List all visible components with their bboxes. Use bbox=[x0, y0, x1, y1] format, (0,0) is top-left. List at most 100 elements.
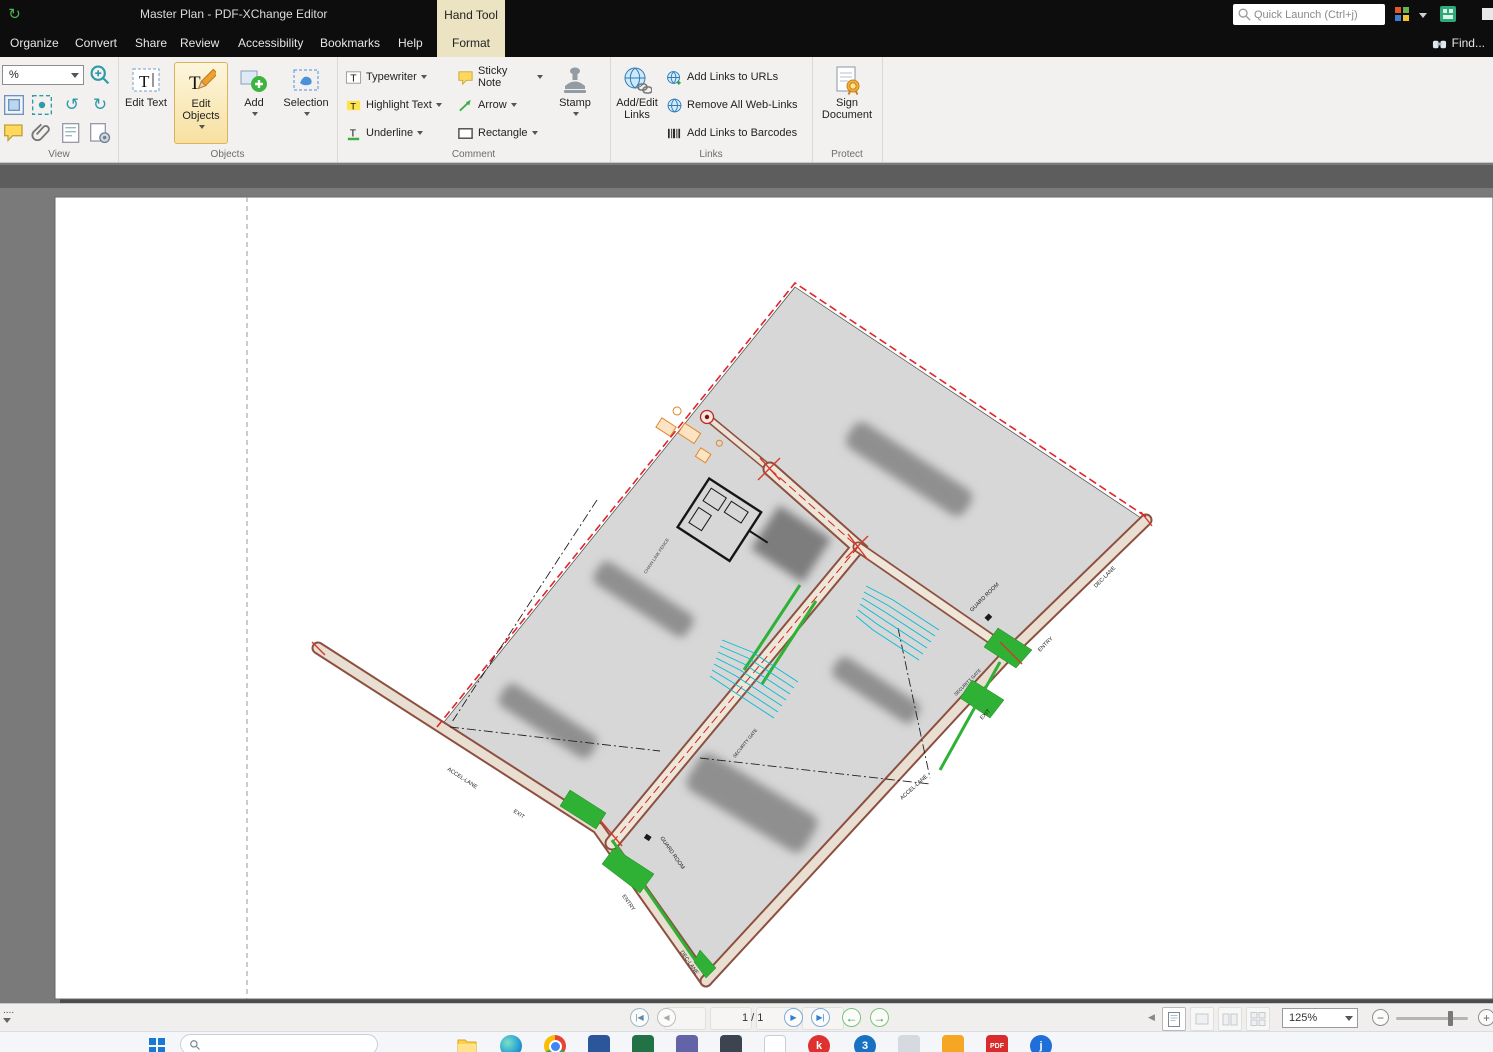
add-links-to-urls-button[interactable]: Add Links to URLs bbox=[666, 65, 810, 89]
taskbar-icon-browser[interactable] bbox=[544, 1035, 566, 1052]
zoom-in-button[interactable] bbox=[1478, 1009, 1493, 1026]
ribbon-group-objects: T Edit Text T Edit Objects Add Selection bbox=[118, 57, 338, 162]
edit-text-button[interactable]: T Edit Text bbox=[122, 62, 170, 144]
taskbar-icon-k-app[interactable]: k bbox=[808, 1035, 830, 1052]
taskbar-icon-count-badge-app[interactable]: 3 bbox=[854, 1035, 876, 1052]
text-note-icon[interactable] bbox=[60, 121, 84, 145]
count-badge: 3 bbox=[861, 1040, 869, 1052]
color-swatch-icon[interactable] bbox=[1393, 5, 1411, 23]
attachment-icon[interactable] bbox=[30, 121, 54, 145]
last-page-button[interactable] bbox=[811, 1008, 830, 1027]
add-button[interactable]: Add bbox=[232, 62, 276, 144]
titlebar: Master Plan - PDF-XChange Editor Hand To… bbox=[0, 0, 1493, 29]
redo-icon[interactable] bbox=[88, 93, 112, 117]
back-arrow-icon[interactable] bbox=[5, 5, 24, 24]
chevron-down-icon bbox=[573, 112, 579, 116]
comment-bubble-icon[interactable] bbox=[2, 121, 26, 145]
next-page-button[interactable] bbox=[784, 1008, 803, 1027]
menubar: Organize Convert Share Review Accessibil… bbox=[0, 29, 1493, 57]
chevron-down-icon bbox=[252, 112, 258, 116]
zoom-combo-value: % bbox=[9, 69, 19, 81]
session-grid-icon[interactable] bbox=[1439, 5, 1457, 23]
taskbar-icon-blue-app[interactable] bbox=[588, 1035, 610, 1052]
taskbar-icon-file-explorer[interactable] bbox=[456, 1035, 478, 1052]
zoom-level-select[interactable]: 125% bbox=[1282, 1008, 1358, 1028]
menu-item-convert[interactable]: Convert bbox=[75, 29, 117, 57]
taskbar-icon-windows-start[interactable] bbox=[146, 1035, 168, 1052]
undo-icon[interactable] bbox=[60, 93, 84, 117]
taskbar-icon-purple-app[interactable] bbox=[676, 1035, 698, 1052]
rectangle-button[interactable]: Rectangle bbox=[457, 121, 543, 145]
sign-document-button[interactable]: Sign Document bbox=[819, 62, 875, 144]
add-icon bbox=[239, 65, 269, 95]
arrow-button[interactable]: Arrow bbox=[457, 93, 543, 117]
taskbar-icon-edge[interactable] bbox=[500, 1035, 522, 1052]
taskbar-search-box[interactable] bbox=[180, 1034, 378, 1052]
history-back-button[interactable] bbox=[842, 1008, 861, 1027]
menu-item-review[interactable]: Review bbox=[180, 29, 219, 57]
taskbar-icon-pdf-xchange[interactable]: PDF bbox=[986, 1035, 1008, 1052]
ribbon-group-links: Add/Edit Links Add Links to URLs Remove … bbox=[610, 57, 813, 162]
viewer-top-band bbox=[0, 165, 1493, 188]
collapse-panel-icon[interactable] bbox=[1148, 1012, 1155, 1023]
taskbar-icon-green-app[interactable] bbox=[632, 1035, 654, 1052]
menu-item-organize[interactable]: Organize bbox=[10, 29, 59, 57]
menu-item-share[interactable]: Share bbox=[135, 29, 167, 57]
single-page-view-button[interactable] bbox=[1162, 1007, 1186, 1031]
quick-launch-input[interactable] bbox=[1252, 7, 1381, 22]
taskbar: k 3 PDF j bbox=[0, 1031, 1493, 1052]
underline-icon: T bbox=[345, 125, 362, 142]
two-page-view-button[interactable] bbox=[1218, 1007, 1242, 1031]
menu-item-help[interactable]: Help bbox=[398, 29, 423, 57]
document-settings-icon[interactable] bbox=[88, 121, 112, 145]
sticky-note-button[interactable]: Sticky Note bbox=[457, 65, 543, 89]
underline-button[interactable]: T Underline bbox=[345, 121, 453, 145]
fit-width-view-button[interactable] bbox=[1190, 1007, 1214, 1031]
statusbar-overflow[interactable]: .... bbox=[3, 1006, 14, 1023]
remove-all-web-links-button[interactable]: Remove All Web-Links bbox=[666, 93, 810, 117]
add-links-to-barcodes-button[interactable]: Add Links to Barcodes bbox=[666, 121, 810, 145]
quick-launch-box[interactable] bbox=[1233, 4, 1385, 25]
tab-hand-tool[interactable]: Hand Tool bbox=[437, 0, 505, 29]
taskbar-icon-light-app[interactable] bbox=[764, 1035, 786, 1052]
chevron-down-icon bbox=[3, 1018, 11, 1023]
edit-objects-icon: T bbox=[186, 66, 219, 96]
previous-page-button[interactable] bbox=[657, 1008, 676, 1027]
taskbar-icon-dark-app[interactable] bbox=[720, 1035, 742, 1052]
snapshot-icon[interactable] bbox=[30, 93, 54, 117]
selection-button[interactable]: Selection bbox=[280, 62, 332, 144]
history-forward-button[interactable] bbox=[870, 1008, 889, 1027]
menu-item-accessibility[interactable]: Accessibility bbox=[238, 29, 303, 57]
edit-objects-button[interactable]: T Edit Objects bbox=[174, 62, 228, 144]
typewriter-button[interactable]: T Typewriter bbox=[345, 65, 453, 89]
zoom-slider-handle[interactable] bbox=[1448, 1011, 1453, 1026]
zoom-in-icon[interactable] bbox=[88, 63, 112, 87]
find-button[interactable]: Find... bbox=[1432, 29, 1485, 57]
stamp-icon bbox=[560, 65, 590, 95]
taskbar-icon-amber-app[interactable] bbox=[942, 1035, 964, 1052]
add-edit-links-icon bbox=[622, 65, 653, 95]
zoom-slider-track[interactable] bbox=[1396, 1017, 1468, 1020]
first-page-button[interactable] bbox=[630, 1008, 649, 1027]
taskbar-icon-j-app[interactable]: j bbox=[1030, 1035, 1052, 1052]
chevron-down-icon bbox=[435, 103, 442, 107]
taskbar-icon-gray-app[interactable] bbox=[898, 1035, 920, 1052]
find-label: Find... bbox=[1451, 36, 1485, 50]
tab-format[interactable]: Format bbox=[437, 29, 505, 57]
add-edit-links-button[interactable]: Add/Edit Links bbox=[612, 62, 662, 144]
zoom-combo[interactable]: % bbox=[2, 65, 84, 85]
pan-page-icon[interactable] bbox=[2, 93, 26, 117]
sign-document-icon bbox=[832, 65, 862, 95]
highlight-text-button[interactable]: T Highlight Text bbox=[345, 93, 453, 117]
menu-item-bookmarks[interactable]: Bookmarks bbox=[320, 29, 380, 57]
globe-remove-icon bbox=[666, 97, 683, 114]
continuous-view-button[interactable] bbox=[1246, 1007, 1270, 1031]
svg-text:T: T bbox=[139, 72, 150, 91]
zoom-out-button[interactable] bbox=[1372, 1009, 1389, 1026]
chevron-down-icon[interactable] bbox=[1419, 13, 1427, 18]
k-badge: k bbox=[815, 1040, 823, 1052]
svg-text:T: T bbox=[350, 128, 357, 139]
svg-text:T: T bbox=[350, 101, 356, 112]
stamp-button[interactable]: Stamp bbox=[549, 62, 601, 144]
search-icon bbox=[1237, 7, 1252, 22]
